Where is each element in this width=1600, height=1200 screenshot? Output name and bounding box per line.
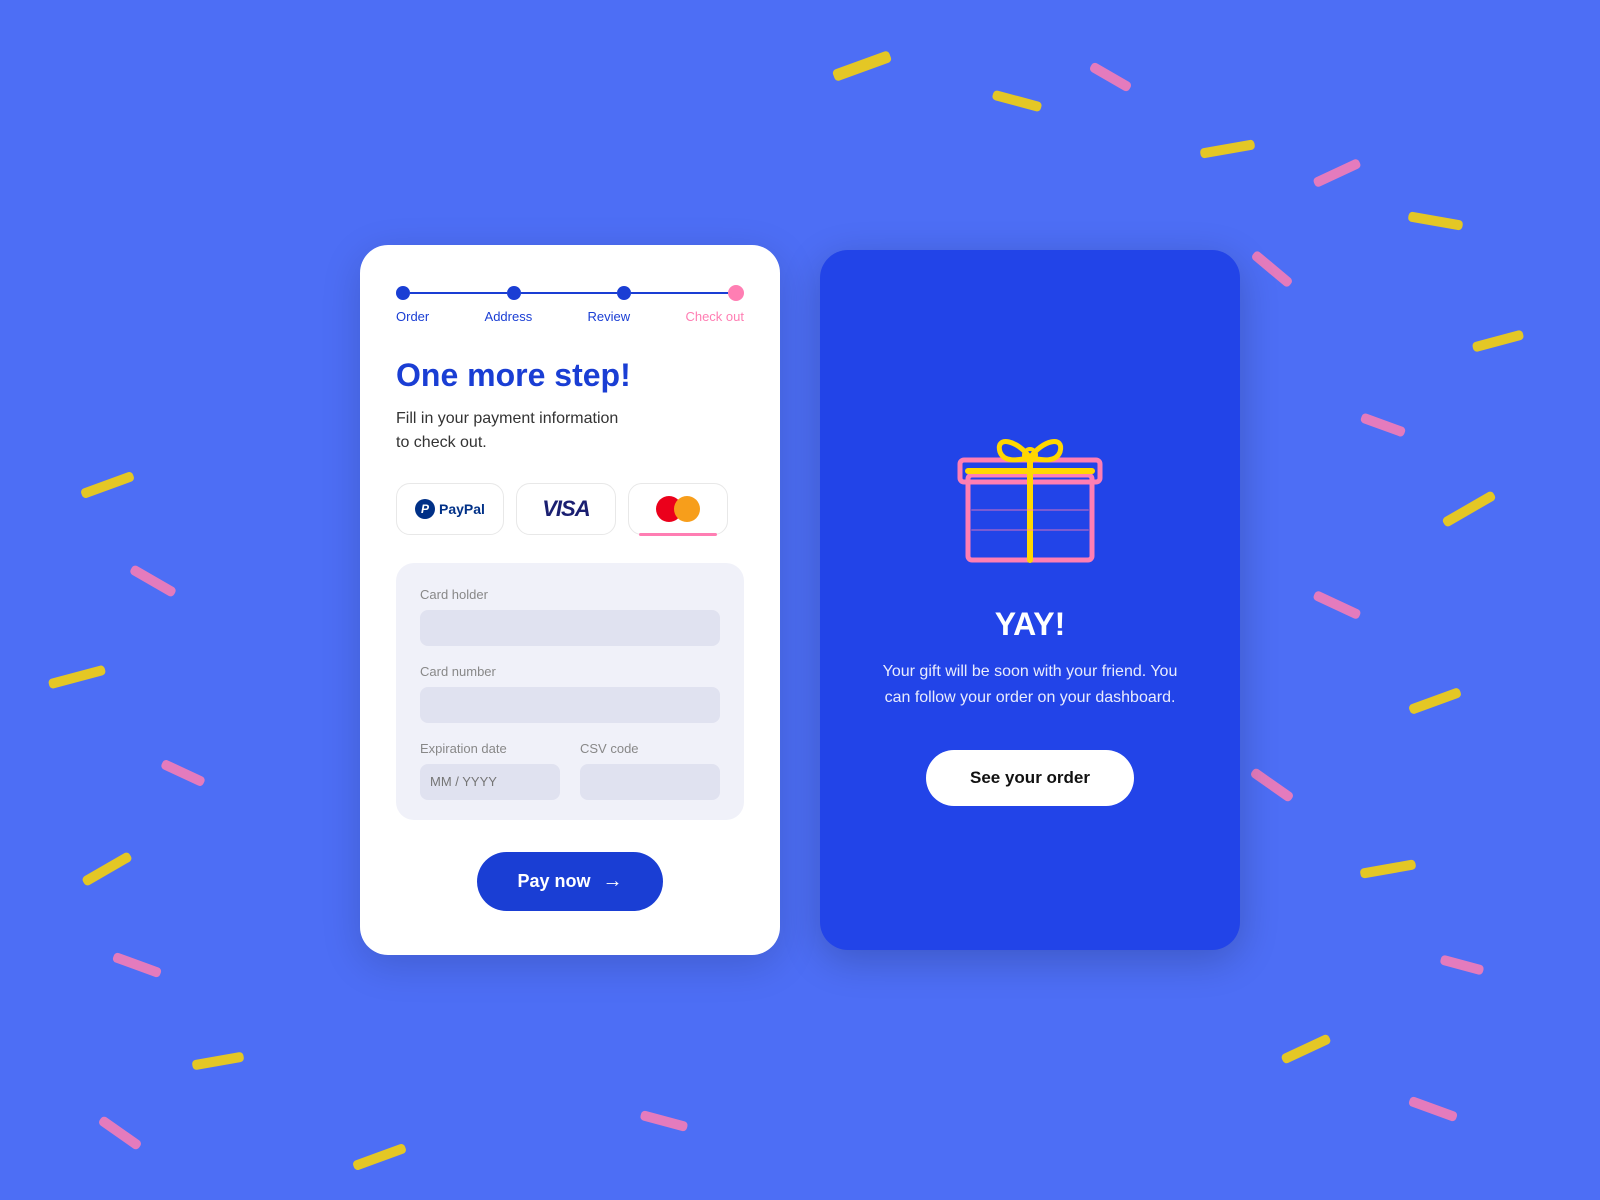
- expiry-input[interactable]: [420, 764, 560, 800]
- confetti-stroke: [80, 471, 135, 499]
- confetti-stroke: [192, 1052, 245, 1071]
- csv-col: CSV code: [580, 741, 720, 800]
- confetti-stroke: [1360, 412, 1407, 437]
- stepper-line-2: [521, 292, 618, 294]
- visa-label: VISA: [542, 496, 589, 522]
- confetti-stroke: [129, 564, 177, 598]
- mc-right-circle: [674, 496, 700, 522]
- card-number-input-display: [420, 687, 720, 723]
- payment-form: Card holder Card number Expiration date …: [396, 563, 744, 820]
- pay-now-label: Pay now: [517, 871, 590, 892]
- confetti-stroke: [97, 1115, 142, 1151]
- paypal-icon: P: [415, 499, 435, 519]
- confetti-stroke: [1312, 158, 1362, 188]
- confetti-stroke: [352, 1143, 407, 1171]
- confetti-stroke: [1249, 767, 1294, 803]
- see-order-button[interactable]: See your order: [926, 750, 1134, 806]
- confetti-stroke: [81, 851, 133, 887]
- stepper-track: [396, 285, 744, 301]
- card-holder-label: Card holder: [420, 587, 720, 602]
- confetti-stroke: [1312, 590, 1362, 620]
- paypal-label: PayPal: [439, 501, 485, 517]
- confetti-stroke: [1439, 954, 1484, 975]
- gift-box-illustration: [940, 390, 1120, 570]
- step-label-review: Review: [588, 309, 631, 324]
- confetti-stroke: [1250, 250, 1293, 289]
- see-order-label: See your order: [970, 768, 1090, 787]
- confetti-stroke: [1200, 139, 1256, 158]
- paypal-button[interactable]: P PayPal: [396, 483, 504, 535]
- card-number-label: Card number: [420, 664, 720, 679]
- confetti-background: [0, 0, 1600, 1200]
- page-subtext: Fill in your payment informationto check…: [396, 407, 744, 455]
- mastercard-button[interactable]: [628, 483, 728, 535]
- stepper-wrapper: Order Address Review Check out: [396, 285, 744, 324]
- step-label-address: Address: [485, 309, 533, 324]
- stepper-line-1: [410, 292, 507, 294]
- confetti-stroke: [1408, 211, 1464, 230]
- payment-methods: P PayPal VISA: [396, 483, 744, 535]
- csv-input[interactable]: [580, 764, 720, 800]
- success-card: YAY! Your gift will be soon with your fr…: [820, 250, 1240, 950]
- field-row-expiry-csv: Expiration date CSV code: [420, 741, 720, 800]
- visa-button[interactable]: VISA: [516, 483, 616, 535]
- csv-label: CSV code: [580, 741, 720, 756]
- yay-title: YAY!: [995, 606, 1066, 643]
- confetti-stroke: [112, 952, 162, 978]
- confetti-stroke: [1441, 490, 1496, 528]
- confetti-stroke: [1472, 329, 1525, 352]
- step-label-order: Order: [396, 309, 429, 324]
- expiry-col: Expiration date: [420, 741, 560, 800]
- stepper-dot-address: [507, 286, 521, 300]
- confetti-stroke: [48, 665, 107, 690]
- stepper-dot-review: [617, 286, 631, 300]
- step-label-checkout: Check out: [685, 309, 744, 324]
- confetti-stroke: [1280, 1033, 1331, 1064]
- stepper-dot-order: [396, 286, 410, 300]
- confetti-stroke: [1408, 1096, 1458, 1122]
- stepper-line-3: [631, 292, 728, 294]
- confetti-stroke: [1408, 687, 1462, 715]
- confetti-stroke: [1360, 859, 1417, 879]
- confetti-stroke: [992, 90, 1043, 113]
- pay-now-button[interactable]: Pay now →: [477, 852, 662, 911]
- success-text: Your gift will be soon with your friend.…: [880, 659, 1180, 710]
- page-heading: One more step!: [396, 356, 744, 394]
- confetti-stroke: [832, 50, 892, 82]
- stepper-dot-checkout: [728, 285, 744, 301]
- mastercard-icon: [656, 496, 700, 522]
- confetti-stroke: [160, 759, 206, 788]
- expiry-label: Expiration date: [420, 741, 560, 756]
- confetti-stroke: [640, 1110, 689, 1132]
- arrow-icon: →: [603, 870, 623, 893]
- paypal-logo: P PayPal: [415, 499, 485, 519]
- card-holder-input-display: [420, 610, 720, 646]
- confetti-stroke: [1089, 61, 1133, 92]
- stepper-labels: Order Address Review Check out: [396, 309, 744, 324]
- checkout-card: Order Address Review Check out One more …: [360, 245, 780, 954]
